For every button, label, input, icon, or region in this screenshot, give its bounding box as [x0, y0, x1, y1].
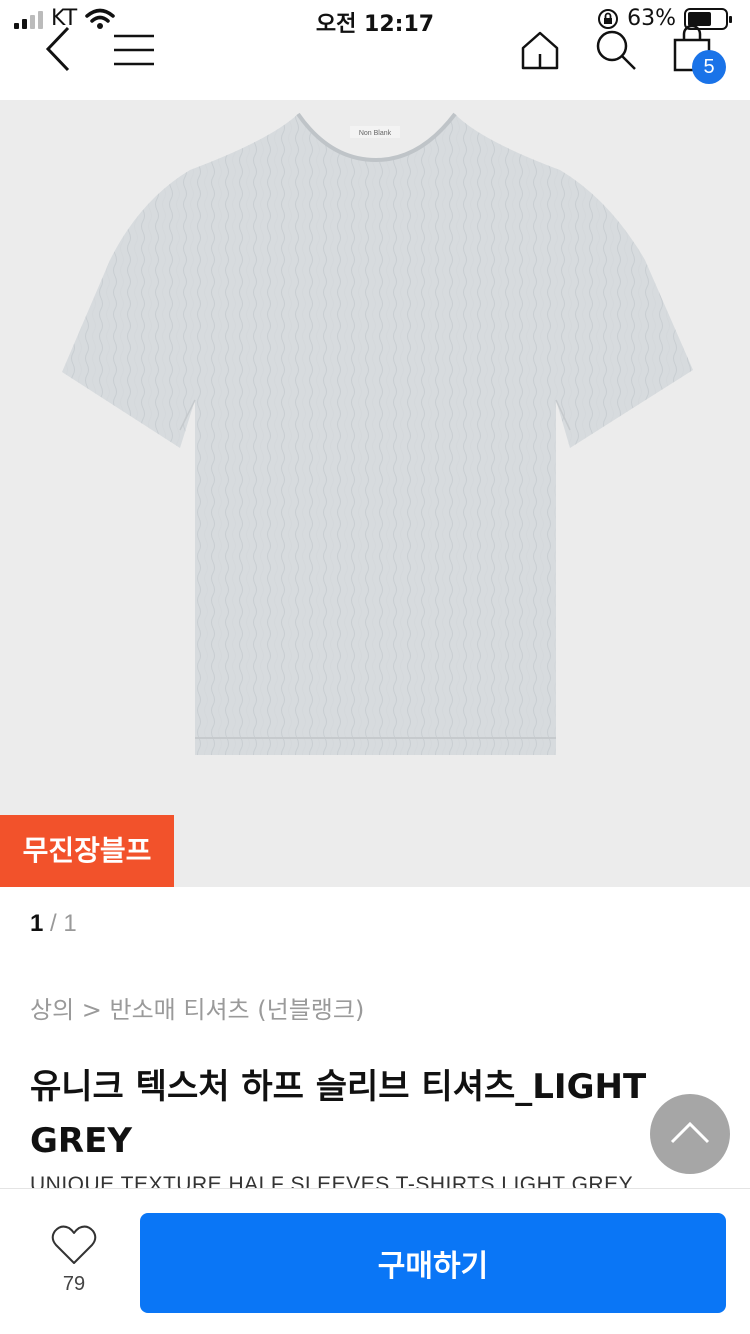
image-pager: 1 / 1: [30, 910, 77, 938]
scroll-top-button[interactable]: [650, 1094, 730, 1174]
menu-button[interactable]: [114, 34, 154, 66]
cart-count-badge: 5: [692, 50, 726, 84]
home-button[interactable]: [520, 30, 560, 70]
breadcrumb[interactable]: 상의 > 반소매 티셔츠 (넌블랭크): [30, 990, 364, 1025]
pager-current: 1: [30, 910, 44, 937]
search-button[interactable]: [594, 28, 638, 72]
chevron-up-icon: [670, 1121, 710, 1144]
heart-icon: [51, 1225, 97, 1264]
tshirt-label-text: Non Blank: [359, 130, 392, 137]
store-tag: 무진장블프: [0, 815, 174, 887]
product-image[interactable]: Non Blank: [0, 100, 750, 887]
product-title: 유니크 텍스처 하프 슬리브 티셔츠_LIGHT GREY: [30, 1067, 647, 1161]
tshirt-image: Non Blank: [62, 112, 693, 755]
pager-separator: /: [43, 910, 64, 937]
buy-button[interactable]: 구매하기: [140, 1213, 726, 1313]
nav-bar: [0, 20, 750, 100]
like-count: 79: [62, 1273, 86, 1295]
pager-total: 1: [63, 910, 77, 937]
bottom-bar: 79 구매하기: [0, 1188, 750, 1334]
product-subtitle: UNIQUE TEXTURE HALF SLEEVES T-SHIRTS LIG…: [30, 1173, 634, 1188]
back-button[interactable]: [42, 26, 74, 72]
like-button[interactable]: 79: [40, 1223, 108, 1296]
